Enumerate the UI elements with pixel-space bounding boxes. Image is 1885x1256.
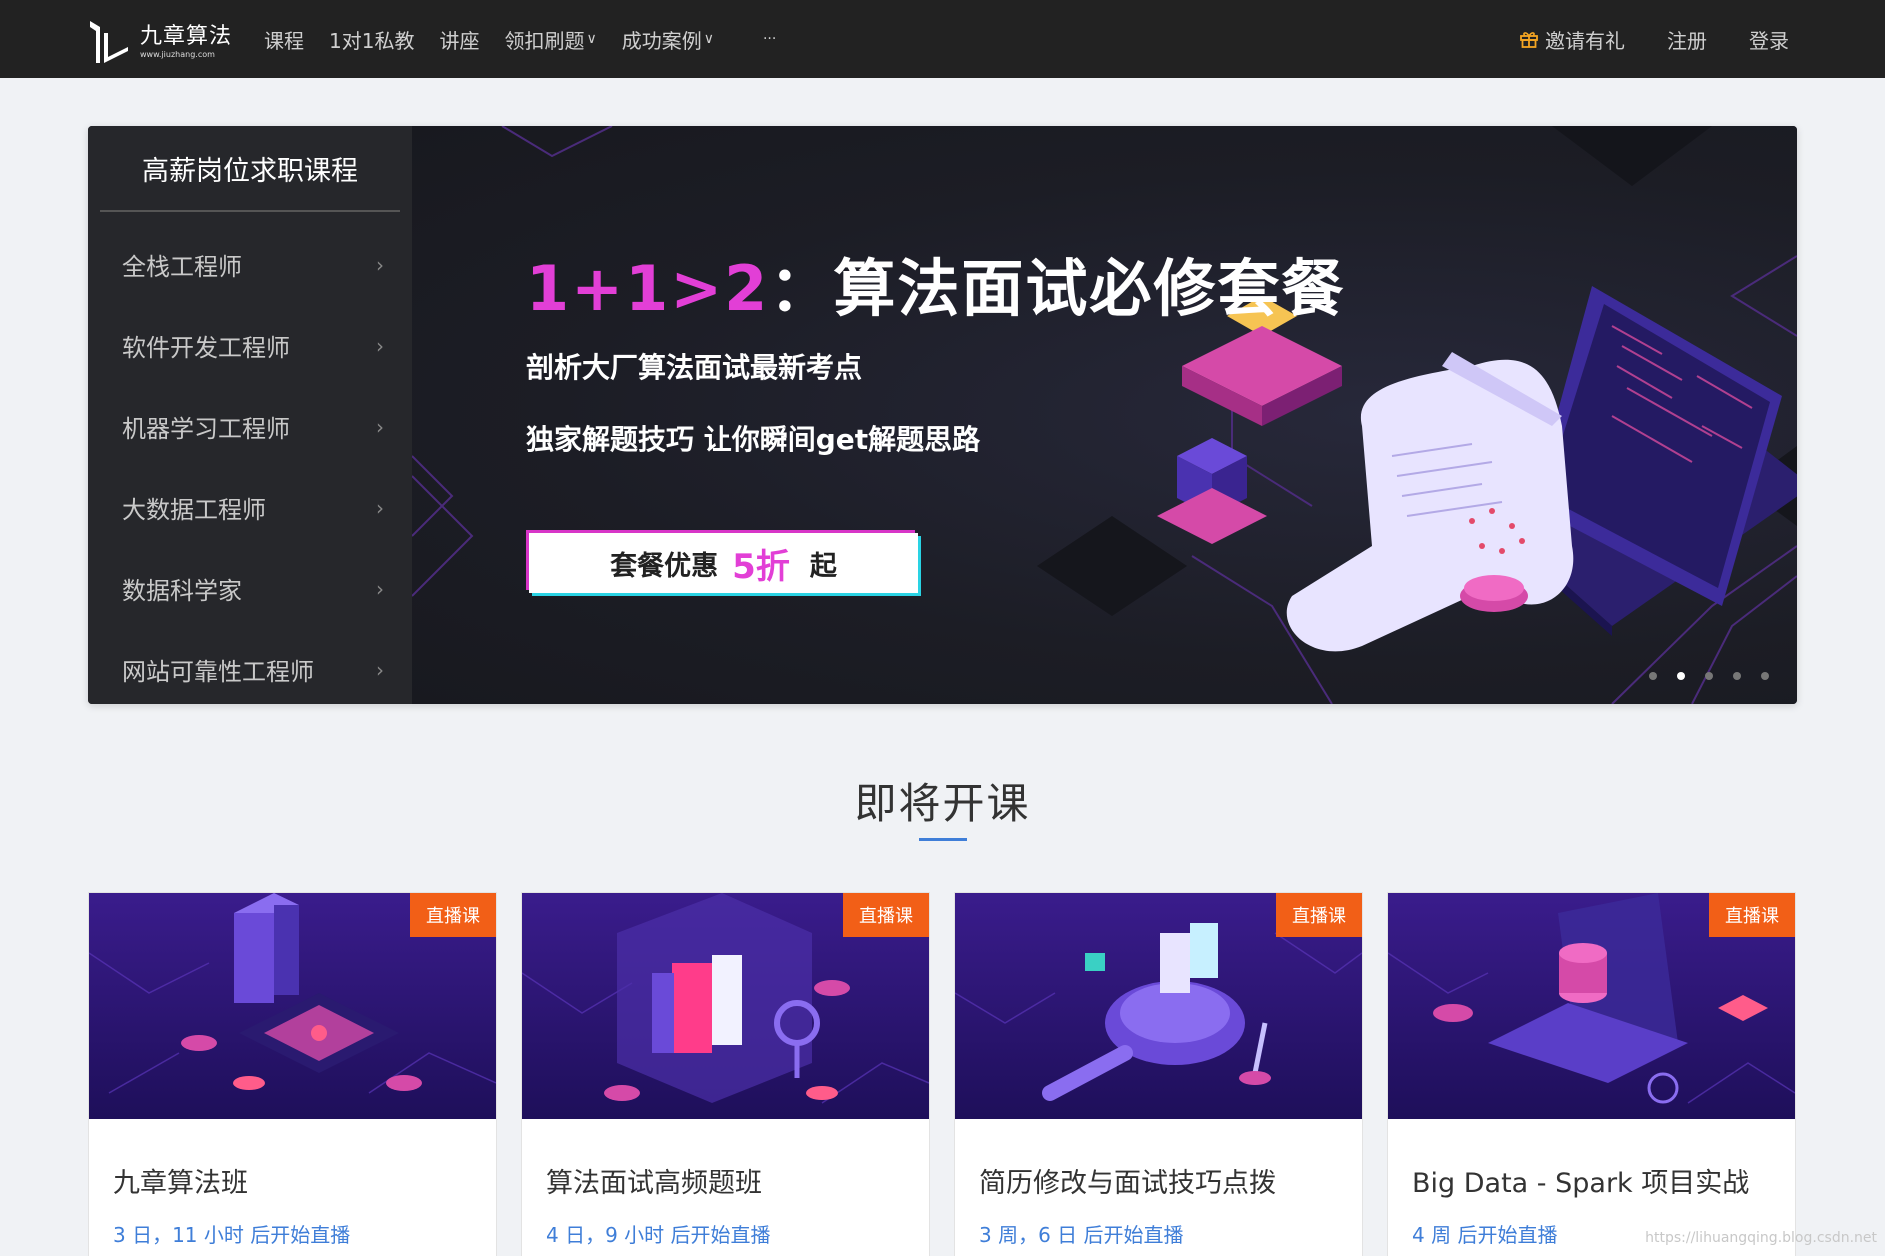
promo-banner[interactable]: 1+1>2：算法面试必修套餐 剖析大厂算法面试最新考点 独家解题技巧 让你瞬间g… — [412, 126, 1797, 704]
chevron-right-icon: › — [376, 657, 384, 682]
course-title: 算法面试高频题班 — [546, 1168, 762, 1199]
course-start-time: 3 日，11 小时 后开始直播 — [113, 1223, 351, 1247]
course-title: Big Data - Spark 项目实战 — [1412, 1168, 1750, 1199]
menu-item-bigdata-engineer[interactable]: 大数据工程师 › — [88, 467, 412, 548]
watermark: https://lihuangqing.blog.csdn.net — [1645, 1230, 1877, 1246]
banner-title: 1+1>2：算法面试必修套餐 — [526, 252, 1346, 325]
banner-subtitle-2: 独家解题技巧 让你瞬间get解题思路 — [526, 423, 981, 456]
hero-section: 高薪岗位求职课程 全栈工程师 › 软件开发工程师 › 机器学习工程师 › 大数据工程师… — [88, 126, 1797, 704]
register-link[interactable]: 注册 — [1667, 25, 1707, 54]
main-nav: 课程 1对1私教 讲座 领扣刷题 ∨ 成功案例 ∨ ··· — [264, 0, 801, 78]
nav-item-more[interactable]: ··· — [763, 31, 776, 47]
menu-item-fullstack[interactable]: 全栈工程师 › — [88, 224, 412, 305]
login-link[interactable]: 登录 — [1749, 25, 1789, 54]
banner-subtitle-1: 剖析大厂算法面试最新考点 — [526, 351, 863, 384]
course-card[interactable]: 直播课 简历修改与面试技巧点拨 3 周，6 日 后开始直播 — [954, 892, 1363, 1256]
job-course-menu: 高薪岗位求职课程 全栈工程师 › 软件开发工程师 › 机器学习工程师 › 大数据工程师… — [88, 126, 412, 704]
course-card[interactable]: 直播课 Big Data - Spark 项目实战 4 周 后开始直播 — [1387, 892, 1796, 1256]
upcoming-courses: 直播课 九章算法班 3 日，11 小时 后开始直播 直播课 算法面试高频题班 4… — [88, 892, 1797, 1256]
carousel-dot[interactable] — [1649, 672, 1657, 680]
carousel-dot-active[interactable] — [1677, 672, 1685, 680]
package-discount-button[interactable]: 套餐优惠 5折 起 — [526, 530, 921, 596]
menu-title: 高薪岗位求职课程 — [100, 126, 400, 212]
top-navbar: 九章算法 www.jiuzhang.com 课程 1对1私教 讲座 领扣刷题 ∨ … — [0, 0, 1885, 78]
carousel-dots — [1629, 672, 1769, 680]
course-start-time: 3 周，6 日 后开始直播 — [979, 1223, 1184, 1247]
menu-item-software-engineer[interactable]: 软件开发工程师 › — [88, 305, 412, 386]
section-divider — [919, 838, 967, 841]
carousel-dot[interactable] — [1733, 672, 1741, 680]
nav-item-lintcode[interactable]: 领扣刷题 ∨ — [504, 25, 596, 54]
logo-name: 九章算法 — [140, 24, 233, 49]
course-thumbnail: 直播课 — [89, 893, 496, 1119]
gift-icon — [1520, 32, 1538, 48]
course-thumbnail: 直播课 — [955, 893, 1362, 1119]
logo-mark-icon — [90, 21, 128, 63]
invite-link[interactable]: 邀请有礼 — [1519, 25, 1625, 54]
live-badge: 直播课 — [1709, 893, 1795, 937]
chevron-right-icon: › — [376, 414, 384, 439]
live-badge: 直播课 — [1276, 893, 1362, 937]
nav-item-courses[interactable]: 课程 — [264, 25, 304, 54]
chevron-down-icon: ∨ — [703, 31, 714, 47]
course-thumbnail: 直播课 — [1388, 893, 1795, 1119]
nav-right: 邀请有礼 注册 登录 — [1477, 0, 1789, 78]
course-title: 简历修改与面试技巧点拨 — [979, 1168, 1276, 1199]
nav-item-lectures[interactable]: 讲座 — [439, 25, 479, 54]
menu-item-ml-engineer[interactable]: 机器学习工程师 › — [88, 386, 412, 467]
banner-illustration — [412, 126, 1797, 704]
live-badge: 直播课 — [410, 893, 496, 937]
live-badge: 直播课 — [843, 893, 929, 937]
carousel-dot[interactable] — [1705, 672, 1713, 680]
logo-url: www.jiuzhang.com — [140, 50, 215, 59]
chevron-right-icon: › — [376, 576, 384, 601]
section-title: 即将开课 — [854, 779, 1031, 828]
course-card[interactable]: 直播课 九章算法班 3 日，11 小时 后开始直播 — [88, 892, 497, 1256]
course-start-time: 4 日，9 小时 后开始直播 — [546, 1223, 771, 1247]
nav-item-private-tutor[interactable]: 1对1私教 — [329, 25, 414, 54]
chevron-right-icon: › — [376, 252, 384, 277]
menu-item-sre[interactable]: 网站可靠性工程师 › — [88, 629, 412, 704]
course-card[interactable]: 直播课 算法面试高频题班 4 日，9 小时 后开始直播 — [521, 892, 930, 1256]
chevron-down-icon: ∨ — [586, 31, 597, 47]
course-thumbnail: 直播课 — [522, 893, 929, 1119]
menu-item-data-scientist[interactable]: 数据科学家 › — [88, 548, 412, 629]
course-start-time: 4 周 后开始直播 — [1412, 1223, 1558, 1247]
course-title: 九章算法班 — [113, 1168, 248, 1199]
chevron-right-icon: › — [376, 333, 384, 358]
site-logo[interactable]: 九章算法 www.jiuzhang.com — [86, 16, 232, 68]
chevron-right-icon: › — [376, 495, 384, 520]
nav-item-success-cases[interactable]: 成功案例 ∨ — [622, 25, 714, 54]
carousel-dot[interactable] — [1761, 672, 1769, 680]
menu-list: 全栈工程师 › 软件开发工程师 › 机器学习工程师 › 大数据工程师 › 数据科学家 › … — [88, 224, 412, 704]
